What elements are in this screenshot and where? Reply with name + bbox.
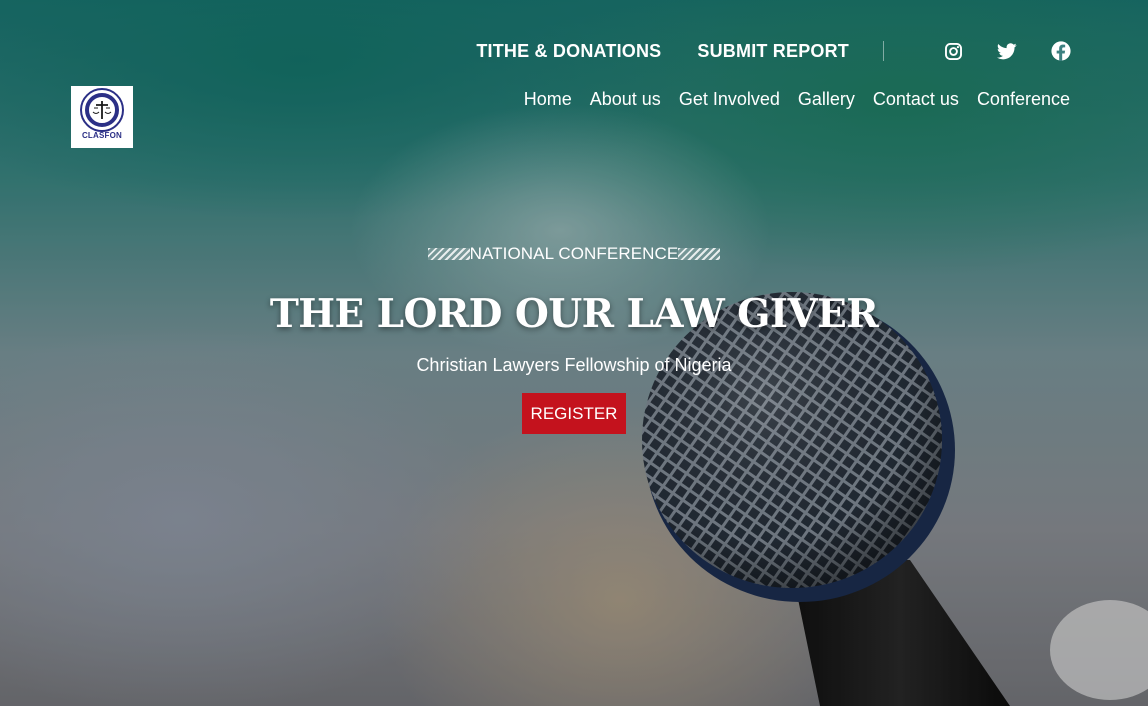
logo-seal-icon <box>80 88 124 132</box>
clasfon-logo[interactable]: CLASFON <box>71 86 133 148</box>
nav-get-involved[interactable]: Get Involved <box>679 89 780 110</box>
hero-eyebrow: NATIONAL CONFERENCE <box>427 244 721 264</box>
nav-conference[interactable]: Conference <box>977 89 1070 110</box>
logo-text: CLASFON <box>81 131 123 140</box>
eyebrow-text: NATIONAL CONFERENCE <box>469 244 679 263</box>
top-utility-bar: TITHE & DONATIONS SUBMIT REPORT <box>440 40 1072 62</box>
hero-headline: THE LORD OUR LAW GIVER <box>269 291 879 337</box>
nav-contact-us[interactable]: Contact us <box>873 89 959 110</box>
stripes-left-decoration <box>427 248 470 260</box>
twitter-icon[interactable] <box>996 40 1018 62</box>
hero-subtitle: Christian Lawyers Fellowship of Nigeria <box>416 354 732 375</box>
register-button[interactable]: REGISTER <box>521 392 627 434</box>
hero-section: TITHE & DONATIONS SUBMIT REPORT CLASFON … <box>0 0 1148 706</box>
tithe-donations-link[interactable]: TITHE & DONATIONS <box>476 41 661 62</box>
topbar-divider <box>883 41 884 61</box>
facebook-icon[interactable] <box>1050 40 1072 62</box>
stripes-right-decoration <box>678 248 721 260</box>
instagram-icon[interactable] <box>942 40 964 62</box>
nav-home[interactable]: Home <box>524 89 572 110</box>
hero-content: NATIONAL CONFERENCE THE LORD OUR LAW GIV… <box>0 244 1148 434</box>
nav-gallery[interactable]: Gallery <box>798 89 855 110</box>
nav-about-us[interactable]: About us <box>590 89 661 110</box>
main-navigation: Home About us Get Involved Gallery Conta… <box>524 89 1070 110</box>
submit-report-link[interactable]: SUBMIT REPORT <box>697 41 849 62</box>
